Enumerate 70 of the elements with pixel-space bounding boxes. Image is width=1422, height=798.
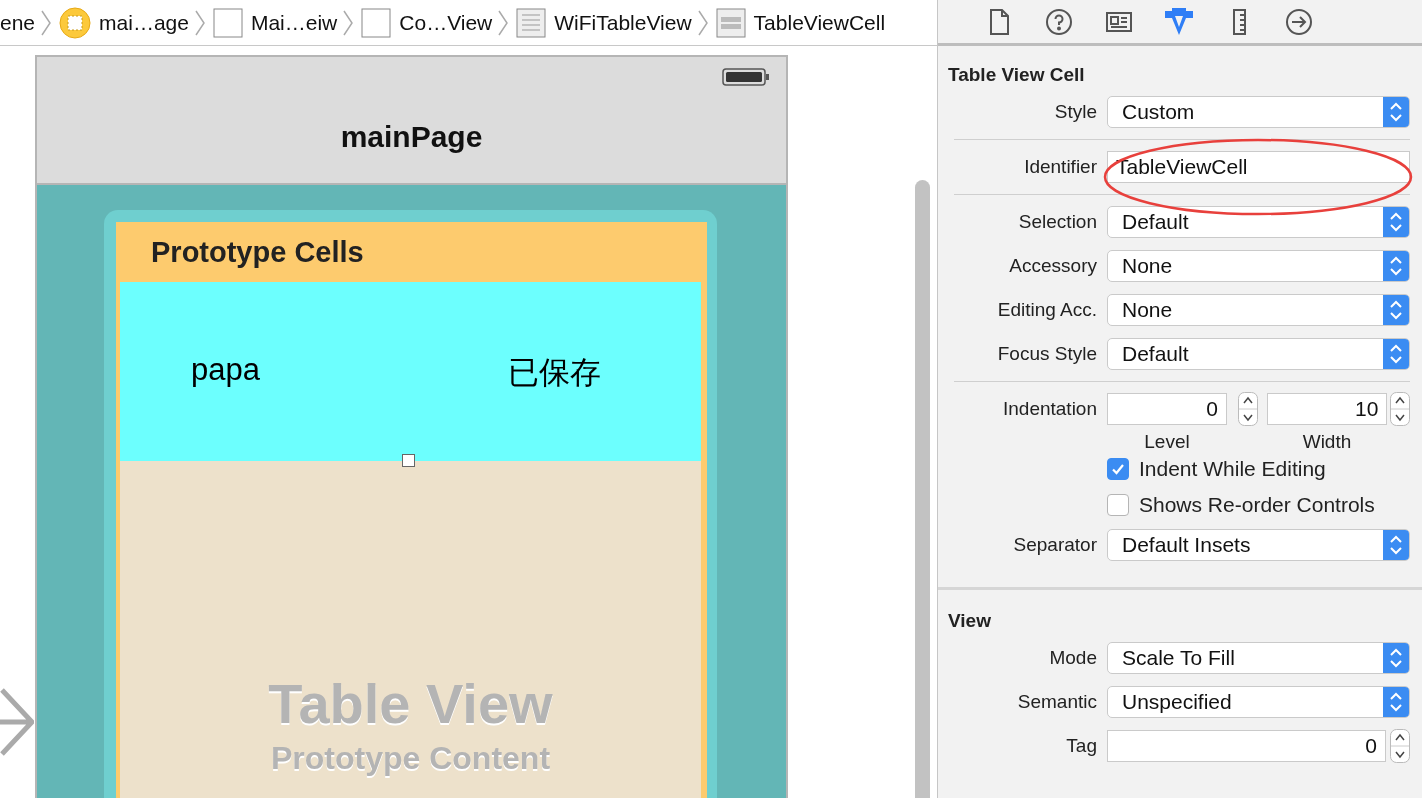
popup-button[interactable]: Scale To Fill [1107,642,1410,674]
popup-arrows-icon [1383,339,1409,369]
view-icon [361,7,392,38]
chevron-icon [41,9,52,36]
stepper[interactable] [1390,392,1410,426]
popup-button[interactable]: Default [1107,338,1410,370]
breadcrumb-item[interactable]: WiFiTableView [554,10,692,35]
placeholder-subtitle: Prototype Content [270,740,551,777]
resize-handle[interactable] [402,454,415,467]
breadcrumb-item[interactable]: TableViewCell [753,10,886,35]
stepper[interactable] [1237,392,1258,426]
section-header: Prototype Cells [150,234,365,270]
popup-arrows-icon [1383,295,1409,325]
breadcrumb-item[interactable]: mai…age [99,10,189,35]
popup-arrows-icon [1383,643,1409,673]
popup-button[interactable]: Custom [1107,96,1410,128]
section-title: View [948,609,992,633]
chevron-icon [194,9,205,36]
stepper[interactable] [1390,729,1410,763]
popup-button[interactable]: None [1107,294,1410,326]
popup-button[interactable]: Default [1107,206,1410,238]
field-label: Separator [1012,534,1097,556]
number-field[interactable]: 0 [1107,730,1386,762]
field-label: Focus Style [996,343,1097,365]
placeholder-title: Table View [268,671,553,736]
text-field[interactable]: TableViewCell [1107,151,1410,183]
popup-button[interactable]: Default Insets [1107,529,1410,561]
table-icon [516,7,547,38]
popup-button[interactable]: Unspecified [1107,686,1410,718]
field-label: Editing Acc. [996,299,1097,321]
breadcrumb-item[interactable]: Mai…eiw [250,10,338,35]
field-label: Indentation [1001,398,1097,420]
field-label: Mode [1048,647,1097,669]
checkbox-label: Shows Re-order Controls [1139,493,1375,517]
chevron-icon [498,9,509,36]
popup-arrows-icon [1383,687,1409,717]
field-caption: Width [1301,431,1353,453]
field-caption: Level [1143,431,1191,453]
field-label: Identifier [1023,156,1097,178]
field-label: Style [1053,101,1097,123]
help-icon [1045,7,1073,36]
down-arrow-icon [1164,6,1194,37]
battery-icon [722,67,770,87]
number-field[interactable]: 0 [1107,393,1227,425]
popup-arrows-icon [1383,207,1409,237]
table-cell[interactable]: papa 已保存 [120,282,701,461]
popup-button[interactable]: None [1107,250,1410,282]
section-title: Table View Cell [948,63,1086,87]
chevron-icon [343,9,354,36]
field-label: Selection [1017,211,1097,233]
field-label: Semantic [1016,691,1097,713]
breadcrumb-item[interactable]: Co…View [399,10,493,35]
chevron-icon [697,9,708,36]
popup-arrows-icon [1383,251,1409,281]
field-label: Accessory [1008,255,1097,277]
checkbox-label: Indent While Editing [1139,457,1326,481]
field-label: Tag [1065,735,1097,757]
popup-arrows-icon [1383,97,1409,127]
storyboard-icon [59,6,92,39]
view-icon [212,7,243,38]
number-field[interactable]: 10 [1267,393,1388,425]
table-cell-icon [715,7,746,38]
cell-title: papa [191,352,260,388]
arrow-circle-icon [1285,7,1313,36]
cell-status: 已保存 [508,354,601,392]
checkbox[interactable] [1107,458,1129,480]
popup-arrows-icon [1383,530,1409,560]
breadcrumb-item[interactable]: ene [0,10,36,35]
checkbox[interactable] [1107,494,1129,516]
scrollbar[interactable] [915,180,930,798]
